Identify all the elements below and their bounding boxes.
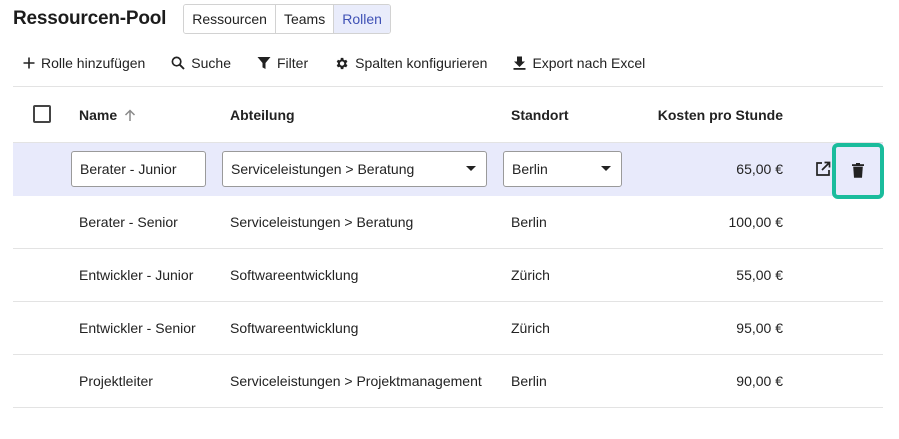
column-header-name[interactable]: Name <box>79 88 136 142</box>
page-title: Ressourcen-Pool <box>13 8 167 29</box>
table-row[interactable]: Projektleiter Serviceleistungen > Projek… <box>13 355 883 408</box>
location-cell: Zürich <box>511 267 550 283</box>
department-cell: Softwareentwicklung <box>230 267 359 283</box>
name-cell: Berater - Senior <box>79 214 178 230</box>
configure-columns-label: Spalten konfigurieren <box>355 55 488 71</box>
trash-icon <box>852 162 864 178</box>
filter-label: Filter <box>277 55 309 71</box>
chevron-down-icon <box>601 166 611 171</box>
department-cell: Serviceleistungen > Beratung <box>230 214 414 230</box>
column-header-location[interactable]: Standort <box>511 88 569 142</box>
search-label: Suche <box>191 55 231 71</box>
department-select[interactable]: Serviceleistungen > Beratung <box>222 151 487 187</box>
gear-icon <box>336 57 348 69</box>
location-select-value: Berlin <box>512 161 548 177</box>
cost-cell: 65,00 € <box>736 161 783 177</box>
column-header-name-label: Name <box>79 107 118 123</box>
arrow-up-icon <box>125 108 136 121</box>
search-button[interactable]: Suche <box>171 55 231 71</box>
download-icon <box>513 56 526 70</box>
name-cell: Projektleiter <box>79 373 153 389</box>
cost-cell: 95,00 € <box>736 320 783 336</box>
open-external-icon <box>816 161 831 176</box>
table-row[interactable]: Berater - Senior Serviceleistungen > Ber… <box>13 196 883 249</box>
chevron-down-icon <box>466 166 476 171</box>
tab-ressourcen[interactable]: Ressourcen <box>184 5 276 33</box>
export-excel-button[interactable]: Export nach Excel <box>513 55 645 71</box>
tab-teams[interactable]: Teams <box>275 5 335 33</box>
open-external-button[interactable] <box>814 160 832 178</box>
table-header: Name Abteilung Standort Kosten pro Stund… <box>13 88 883 142</box>
name-cell: Entwickler - Senior <box>79 320 196 336</box>
name-input[interactable]: Berater - Junior <box>71 151 206 187</box>
column-header-cost[interactable]: Kosten pro Stunde <box>613 88 783 142</box>
location-select[interactable]: Berlin <box>503 151 622 187</box>
column-header-department[interactable]: Abteilung <box>230 88 295 142</box>
location-cell: Berlin <box>511 214 547 230</box>
table-row[interactable]: Entwickler - Junior Softwareentwicklung … <box>13 249 883 302</box>
department-cell: Softwareentwicklung <box>230 320 359 336</box>
add-role-button[interactable]: Rolle hinzufügen <box>23 55 145 71</box>
page-header: Ressourcen-Pool Ressourcen Teams Rollen <box>13 4 391 34</box>
department-select-value: Serviceleistungen > Beratung <box>231 161 415 177</box>
search-icon <box>171 56 185 70</box>
filter-button[interactable]: Filter <box>257 55 308 71</box>
name-cell: Entwickler - Junior <box>79 267 194 283</box>
plus-icon <box>23 57 35 69</box>
department-cell: Serviceleistungen > Projektmanagement <box>230 373 482 389</box>
cost-cell: 90,00 € <box>736 373 783 389</box>
tab-rollen[interactable]: Rollen <box>334 5 390 33</box>
toolbar: Rolle hinzufügen Suche Filter Spalten ko… <box>13 48 671 78</box>
toolbar-divider <box>13 86 883 87</box>
cost-cell: 100,00 € <box>728 214 784 230</box>
table-row[interactable]: Entwickler - Senior Softwareentwicklung … <box>13 302 883 355</box>
name-input-value: Berater - Junior <box>80 161 177 177</box>
configure-columns-button[interactable]: Spalten konfigurieren <box>334 55 487 71</box>
cost-cell: 55,00 € <box>736 267 783 283</box>
location-cell: Berlin <box>511 373 547 389</box>
export-excel-label: Export nach Excel <box>532 55 646 71</box>
view-switcher: Ressourcen Teams Rollen <box>183 4 391 34</box>
select-all-checkbox[interactable] <box>33 105 51 123</box>
table-row-editing[interactable]: Berater - Junior Serviceleistungen > Ber… <box>13 143 884 199</box>
delete-button[interactable] <box>848 160 868 180</box>
location-cell: Zürich <box>511 320 550 336</box>
add-role-label: Rolle hinzufügen <box>41 55 146 71</box>
filter-icon <box>257 57 271 69</box>
